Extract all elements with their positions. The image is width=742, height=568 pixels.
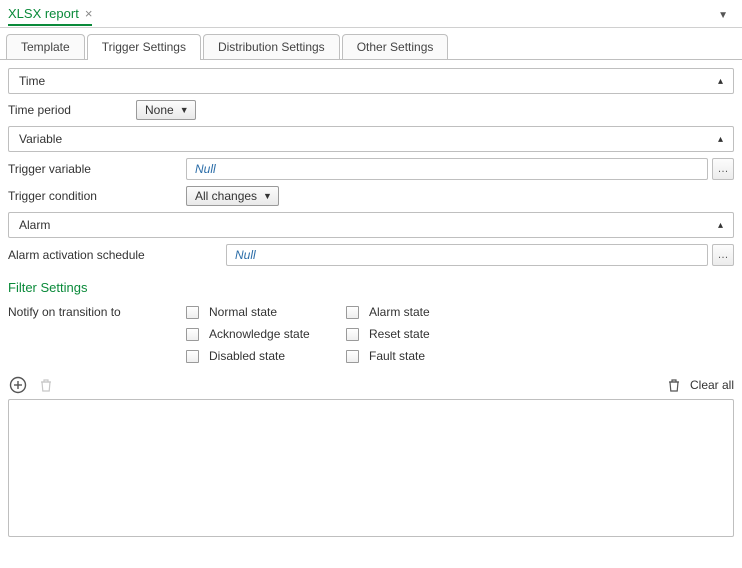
label-time-period: Time period: [8, 103, 136, 117]
checkbox-normal-state[interactable]: Normal state: [186, 305, 346, 319]
group-title-alarm: Alarm: [19, 218, 50, 232]
plus-circle-icon: [9, 376, 27, 394]
checkbox-label: Reset state: [369, 327, 430, 341]
document-tab[interactable]: XLSX report ×: [8, 6, 92, 26]
document-title: XLSX report: [8, 6, 79, 21]
row-time-period: Time period None ▼: [8, 100, 734, 120]
group-header-alarm[interactable]: Alarm ▴: [8, 212, 734, 238]
chevron-up-icon: ▴: [718, 134, 723, 145]
trash-icon: [666, 377, 682, 393]
chevron-up-icon: ▴: [718, 220, 723, 231]
checkbox-label: Normal state: [209, 305, 277, 319]
tab-trigger-settings[interactable]: Trigger Settings: [87, 34, 201, 59]
checkbox-icon: [186, 306, 199, 319]
select-trigger-condition[interactable]: All changes ▼: [186, 186, 279, 206]
checkbox-reset-state[interactable]: Reset state: [346, 327, 506, 341]
group-header-time[interactable]: Time ▴: [8, 68, 734, 94]
close-icon[interactable]: ×: [85, 7, 93, 20]
input-trigger-variable-value: Null: [195, 162, 216, 176]
chevron-down-icon: ▼: [180, 105, 189, 115]
checkbox-label: Disabled state: [209, 349, 285, 363]
checkbox-disabled-state[interactable]: Disabled state: [186, 349, 346, 363]
row-alarm-schedule: Alarm activation schedule Null …: [8, 244, 734, 266]
dropdown-icon[interactable]: ▼: [718, 10, 734, 21]
group-header-variable[interactable]: Variable ▴: [8, 126, 734, 152]
checkbox-icon: [346, 350, 359, 363]
checkbox-label: Acknowledge state: [209, 327, 310, 341]
checkbox-label: Fault state: [369, 349, 425, 363]
checkbox-alarm-state[interactable]: Alarm state: [346, 305, 506, 319]
row-trigger-condition: Trigger condition All changes ▼: [8, 186, 734, 206]
chevron-down-icon: ▼: [263, 191, 272, 201]
window-header: XLSX report × ▼: [0, 0, 742, 28]
tab-template[interactable]: Template: [6, 34, 85, 59]
list-toolbar: Clear all: [8, 375, 734, 395]
label-trigger-variable: Trigger variable: [8, 162, 186, 176]
checkbox-icon: [186, 328, 199, 341]
chevron-up-icon: ▴: [718, 76, 723, 87]
select-trigger-condition-value: All changes: [195, 189, 257, 203]
checkbox-label: Alarm state: [369, 305, 430, 319]
checkbox-icon: [186, 350, 199, 363]
tab-bar: Template Trigger Settings Distribution S…: [0, 28, 742, 60]
checkbox-icon: [346, 306, 359, 319]
delete-button: [36, 375, 56, 395]
checkbox-acknowledge-state[interactable]: Acknowledge state: [186, 327, 346, 341]
input-alarm-schedule-value: Null: [235, 248, 256, 262]
input-trigger-variable[interactable]: Null: [186, 158, 708, 180]
label-trigger-condition: Trigger condition: [8, 189, 186, 203]
filter-list[interactable]: [8, 399, 734, 537]
toolbar-left: [8, 375, 56, 395]
group-title-time: Time: [19, 74, 45, 88]
browse-button-trigger-variable[interactable]: …: [712, 158, 734, 180]
select-time-period[interactable]: None ▼: [136, 100, 196, 120]
group-title-variable: Variable: [19, 132, 62, 146]
select-time-period-value: None: [145, 103, 174, 117]
tab-other-settings[interactable]: Other Settings: [342, 34, 449, 59]
checkbox-grid: Normal state Alarm state Acknowledge sta…: [186, 305, 506, 363]
panel-trigger-settings: Time ▴ Time period None ▼ Variable ▴ Tri…: [0, 60, 742, 543]
tab-distribution-settings[interactable]: Distribution Settings: [203, 34, 340, 59]
clear-all-button[interactable]: Clear all: [666, 377, 734, 393]
trash-icon: [38, 377, 54, 393]
row-trigger-variable: Trigger variable Null …: [8, 158, 734, 180]
section-title-filter: Filter Settings: [8, 280, 734, 295]
input-alarm-schedule[interactable]: Null: [226, 244, 708, 266]
checkbox-fault-state[interactable]: Fault state: [346, 349, 506, 363]
browse-button-alarm-schedule[interactable]: …: [712, 244, 734, 266]
clear-all-label: Clear all: [690, 378, 734, 392]
add-button[interactable]: [8, 375, 28, 395]
checkbox-icon: [346, 328, 359, 341]
label-alarm-schedule: Alarm activation schedule: [8, 248, 226, 262]
row-notify: Notify on transition to Normal state Ala…: [8, 305, 734, 363]
label-notify: Notify on transition to: [8, 305, 186, 319]
